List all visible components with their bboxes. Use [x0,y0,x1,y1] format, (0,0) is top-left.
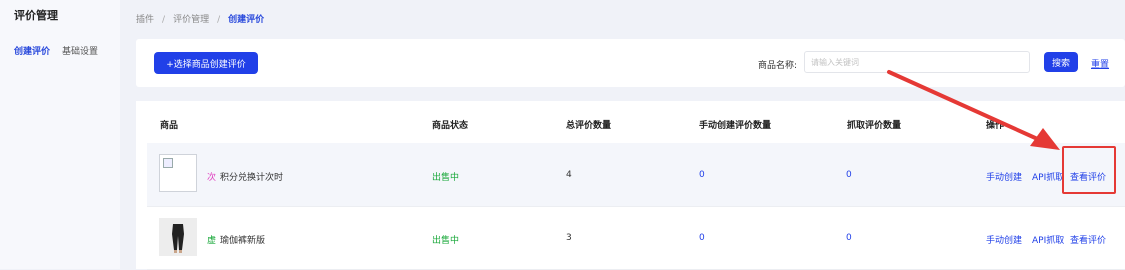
header-actions: 操作 [986,121,1005,131]
sidebar-item-basic-settings[interactable]: 基础设置 [62,44,98,57]
product-type-tag: 虚 [207,236,217,246]
manual-create-link[interactable]: 手动创建 [986,170,1022,183]
total-review-count: 4 [566,170,572,180]
product-name: 瑜伽裤新版 [220,236,266,246]
status-badge: 出售中 [432,236,460,246]
api-crawl-link[interactable]: API抓取 [1032,233,1064,246]
table-row: 次积分兑换计次时 出售中 4 0 0 手动创建 API抓取 查看评价 [147,143,1125,207]
breadcrumb-separator: / [162,15,166,25]
status-badge: 出售中 [432,173,460,183]
manual-review-count[interactable]: 0 [699,170,705,180]
breadcrumb-separator: / [217,15,221,25]
product-name-search-input[interactable] [804,51,1030,73]
sidebar: 评价管理 创建评价 基础设置 [0,0,120,269]
toolbar-card: +选择商品创建评价 商品名称: 搜索 重置 [136,39,1125,87]
product-photo [159,218,197,256]
product-name-cell: 次积分兑换计次时 [207,170,283,183]
reset-link[interactable]: 重置 [1091,57,1109,70]
highlight-box [1062,146,1116,194]
broken-image-icon [159,154,197,192]
breadcrumb-item-review-management[interactable]: 评价管理 [173,15,209,25]
header-total-reviews: 总评价数量 [566,121,612,131]
crawled-review-count[interactable]: 0 [846,170,852,180]
manual-create-link[interactable]: 手动创建 [986,233,1022,246]
search-button[interactable]: 搜索 [1044,52,1078,72]
product-name-cell: 虚瑜伽裤新版 [207,233,265,246]
product-table: 商品 商品状态 总评价数量 手动创建评价数量 抓取评价数量 操作 次积分兑换计次… [136,101,1125,270]
sidebar-nav: 创建评价 基础设置 [14,44,98,57]
breadcrumb-item-plugins[interactable]: 插件 [136,15,154,25]
api-crawl-link[interactable]: API抓取 [1032,170,1064,183]
sidebar-title: 评价管理 [14,9,58,22]
product-type-tag: 次 [207,173,217,183]
crawled-review-count[interactable]: 0 [846,233,852,243]
header-product: 商品 [160,121,179,131]
breadcrumb: 插件 / 评价管理 / 创建评价 [136,12,264,25]
view-reviews-link[interactable]: 查看评价 [1070,233,1106,246]
header-manual-reviews: 手动创建评价数量 [699,121,772,131]
product-name-label: 商品名称: [758,61,798,71]
yoga-pants-icon [159,218,197,256]
manual-review-count[interactable]: 0 [699,233,705,243]
sidebar-item-create-review[interactable]: 创建评价 [14,44,50,57]
header-status: 商品状态 [432,121,469,131]
breadcrumb-item-current: 创建评价 [228,15,265,25]
select-product-create-review-button[interactable]: +选择商品创建评价 [154,52,258,74]
total-review-count: 3 [566,233,572,243]
product-name: 积分兑换计次时 [220,173,284,183]
header-crawled-reviews: 抓取评价数量 [847,121,902,131]
table-row: 虚瑜伽裤新版 出售中 3 0 0 手动创建 API抓取 查看评价 [147,207,1125,270]
